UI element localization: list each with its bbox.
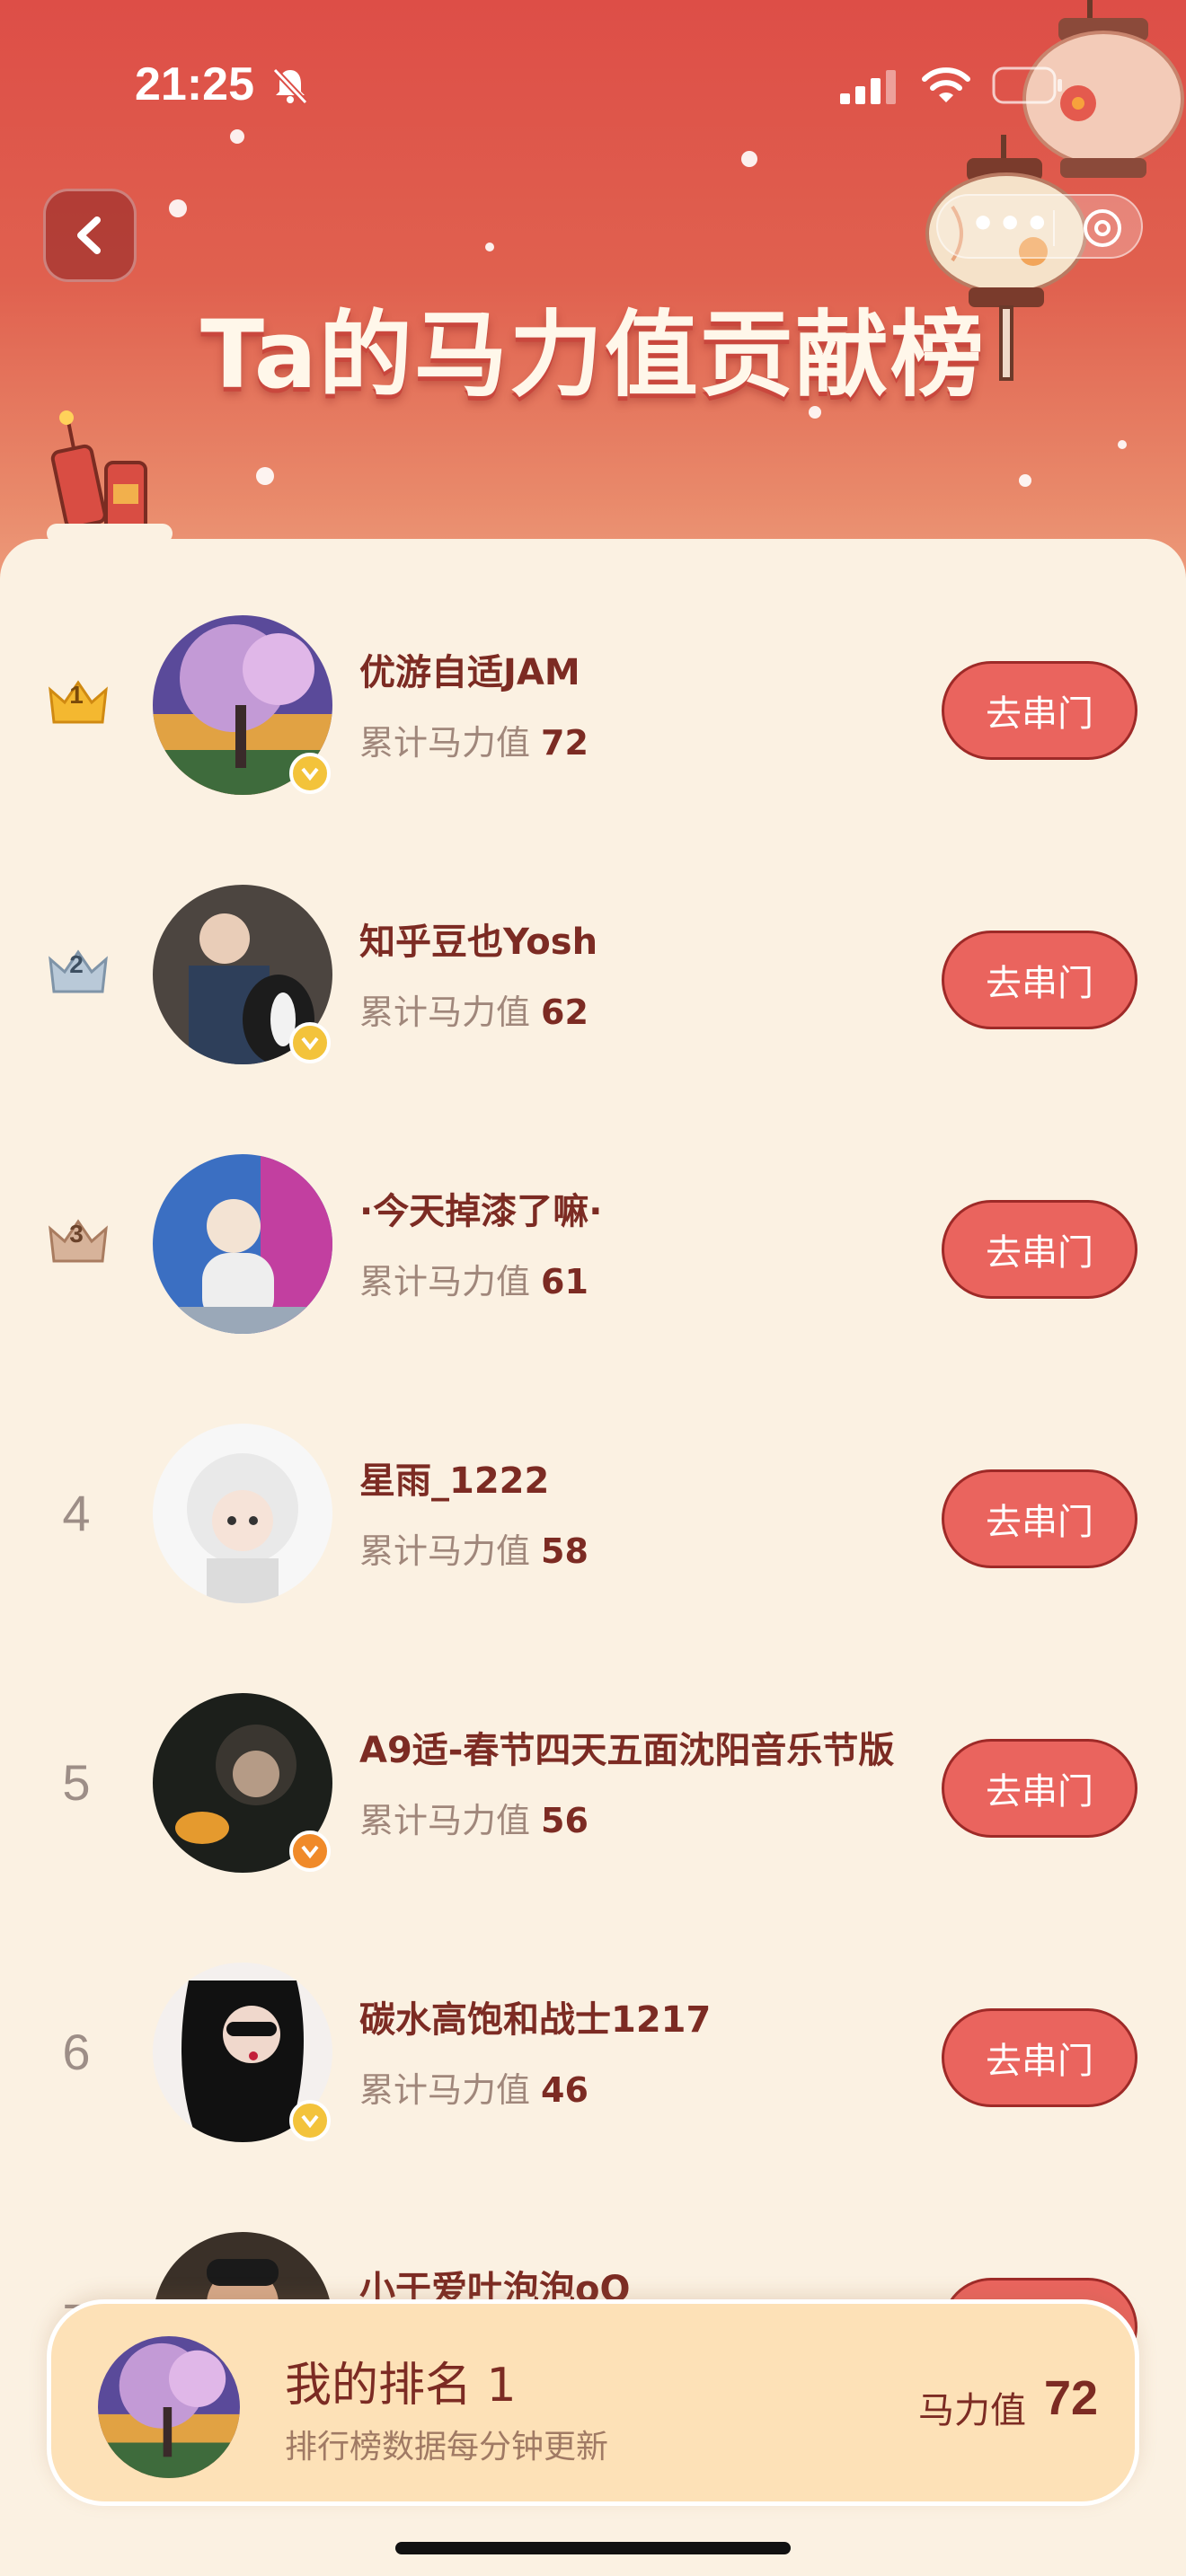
score-label: 累计马力值: [359, 1801, 531, 1840]
wifi-icon: [922, 67, 970, 102]
snow-dot: [485, 243, 494, 251]
my-rank-card: 我的排名 1 排行榜数据每分钟更新 马力值 72: [47, 2299, 1139, 2506]
snow-dot: [256, 467, 274, 485]
snow-dot: [230, 129, 244, 144]
rank-number: 6: [62, 2024, 91, 2080]
close-icon[interactable]: [1082, 207, 1123, 249]
snow-dot: [741, 151, 757, 167]
rank-number: 4: [62, 1485, 91, 1541]
mini-program-capsule: •••: [936, 194, 1143, 259]
score-value: 62: [541, 992, 589, 1032]
user-name[interactable]: 碳水高饱和战士1217: [359, 1990, 711, 2042]
home-indicator: [395, 2542, 791, 2554]
signal-icon: [840, 70, 896, 104]
score-stat: 累计马力值 56: [359, 1793, 589, 1842]
score-stat: 累计马力值 58: [359, 1523, 589, 1573]
leaderboard-row: 3 ·今天掉漆了嘛· 累计马力值 61 去串门: [0, 1114, 1186, 1383]
score-label: 累计马力值: [359, 2070, 531, 2110]
verified-badge: [289, 2100, 331, 2141]
visit-button[interactable]: 去串门: [942, 1200, 1137, 1299]
my-rank-title: 我的排名 1: [285, 2359, 517, 2413]
score-value: 46: [541, 2070, 589, 2110]
verified-badge: [289, 1022, 331, 1063]
my-score-label: 马力值: [918, 2390, 1026, 2431]
visit-button[interactable]: 去串门: [942, 1469, 1137, 1568]
score-label: 累计马力值: [359, 723, 531, 763]
rank-number: 5: [62, 1754, 91, 1811]
score-stat: 累计马力值 62: [359, 984, 589, 1034]
snow-dot: [169, 199, 187, 217]
chevron-left-icon: [77, 216, 101, 254]
snow-dot: [1118, 440, 1127, 449]
rank-number: 3: [69, 1220, 84, 1248]
page-title: Ta的马力值贡献榜: [200, 300, 986, 410]
verified-badge: [289, 1831, 331, 1872]
rank-number: 1: [69, 681, 84, 709]
leaderboard-row: 4 星雨_1222 累计马力值 58 去串门: [0, 1383, 1186, 1653]
score-value: 58: [541, 1531, 589, 1571]
rank-number: 2: [69, 950, 84, 978]
firecracker-icon: [47, 410, 173, 543]
bell-mute-icon: [272, 67, 308, 105]
score-stat: 累计马力值 46: [359, 2062, 589, 2112]
user-name[interactable]: 知乎豆也Yosh: [359, 913, 597, 965]
my-rank-note: 排行榜数据每分钟更新: [285, 2429, 609, 2466]
score-stat: 累计马力值 72: [359, 715, 589, 764]
score-value: 56: [541, 1801, 589, 1840]
leaderboard-row: 6 碳水高饱和战士1217 累计马力值 46 去串门: [0, 1922, 1186, 2192]
user-name[interactable]: 优游自适JAM: [359, 643, 580, 695]
leaderboard-row: 2 知乎豆也Yosh 累计马力值 62 去串门: [0, 844, 1186, 1114]
battery-icon: [992, 66, 1062, 104]
leaderboard-row: 5 A9适-春节四天五面沈阳音乐节版 累计马力值 56 去串门: [0, 1653, 1186, 1922]
snow-dot: [1019, 474, 1031, 487]
score-label: 累计马力值: [359, 1531, 531, 1571]
score-label: 累计马力值: [359, 992, 531, 1032]
my-score-value: 72: [1044, 2371, 1099, 2425]
verified-badge: [289, 753, 331, 794]
capsule-divider: [1053, 210, 1055, 246]
user-name[interactable]: A9适-春节四天五面沈阳音乐节版: [359, 1721, 894, 1773]
user-name[interactable]: ·今天掉漆了嘛·: [359, 1182, 602, 1234]
visit-button[interactable]: 去串门: [942, 1739, 1137, 1838]
my-avatar[interactable]: [98, 2336, 240, 2478]
leaderboard-row: 1 优游自适JAM 累计马力值 72 去串门: [0, 575, 1186, 844]
score-value: 61: [541, 1262, 589, 1301]
score-stat: 累计马力值 61: [359, 1254, 589, 1303]
score-value: 72: [541, 723, 589, 763]
leaderboard-panel: 1 优游自适JAM 累计马力值 72 去串门 2 知乎豆也Yosh 累计马力值 …: [0, 539, 1186, 2576]
status-time: 21:25: [135, 58, 254, 110]
visit-button[interactable]: 去串门: [942, 2008, 1137, 2107]
score-label: 累计马力值: [359, 1262, 531, 1301]
avatar[interactable]: [153, 1154, 332, 1334]
back-button[interactable]: [43, 189, 137, 282]
visit-button[interactable]: 去串门: [942, 931, 1137, 1029]
visit-button[interactable]: 去串门: [942, 661, 1137, 760]
user-name[interactable]: 星雨_1222: [359, 1451, 549, 1504]
more-button[interactable]: •••: [970, 201, 1051, 247]
avatar[interactable]: [153, 1424, 332, 1603]
